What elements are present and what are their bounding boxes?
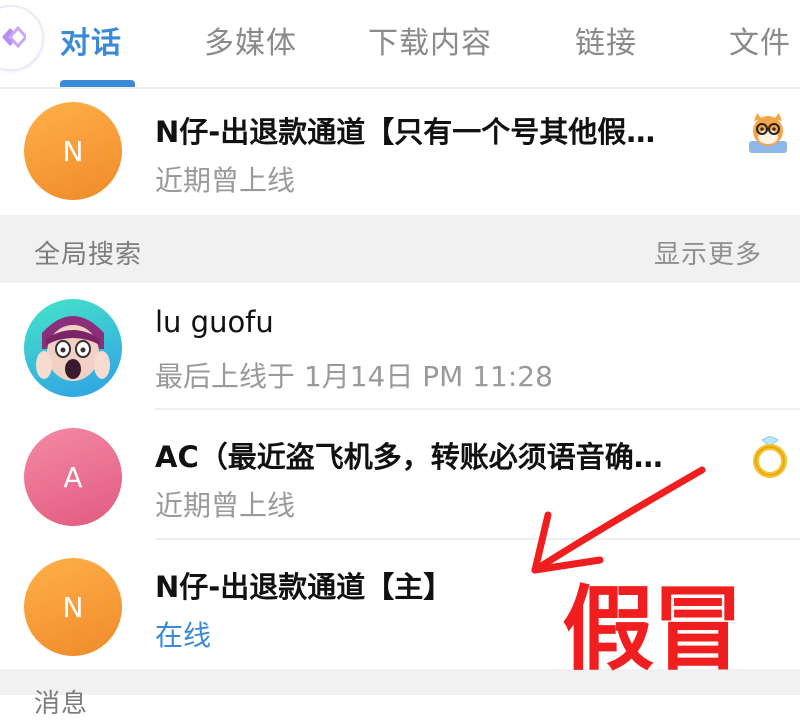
annotation-label: 假冒: [562, 576, 744, 683]
